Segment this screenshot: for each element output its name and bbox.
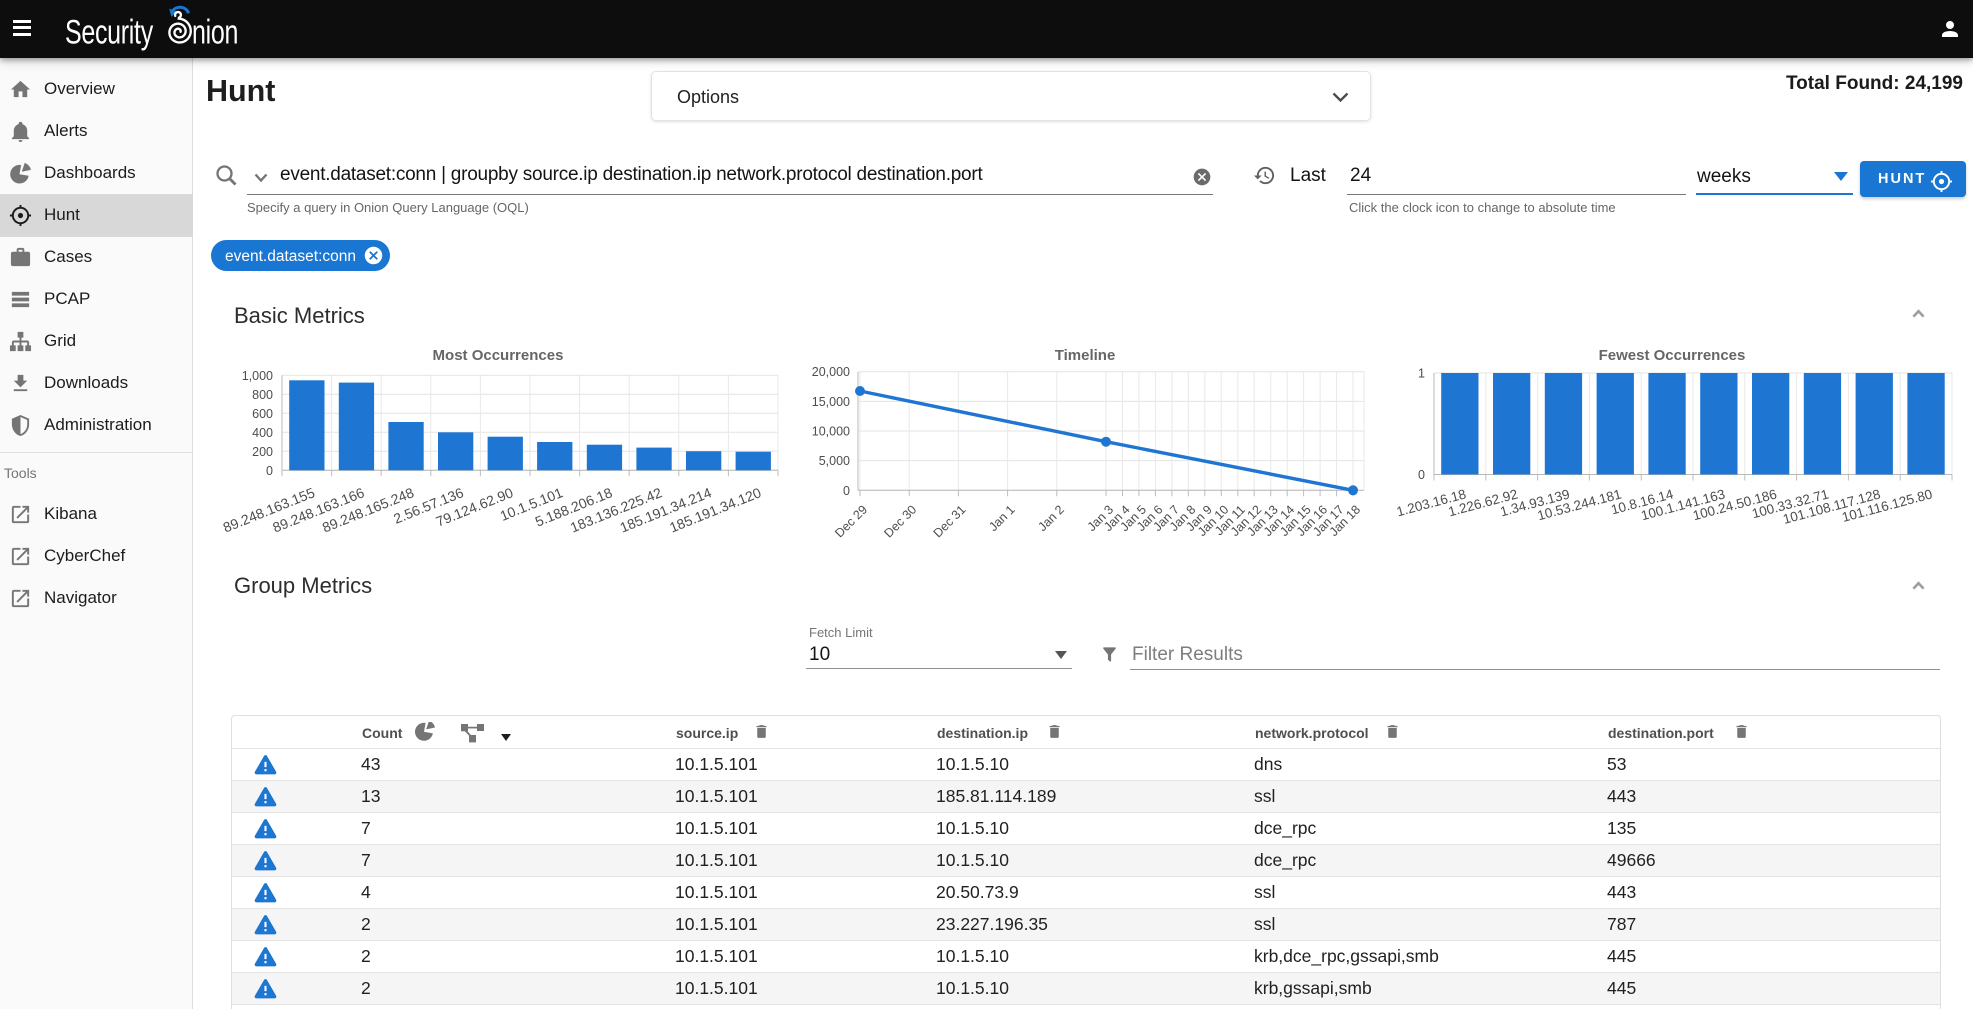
svg-text:0: 0: [843, 484, 850, 498]
svg-text:20,000: 20,000: [812, 365, 850, 379]
svg-text:0: 0: [1418, 468, 1425, 482]
svg-text:800: 800: [252, 388, 273, 402]
svg-text:Dec 30: Dec 30: [881, 502, 919, 540]
svg-text:600: 600: [252, 407, 273, 421]
svg-text:1: 1: [1418, 367, 1425, 381]
svg-text:Dec 31: Dec 31: [931, 502, 969, 540]
svg-text:Dec 29: Dec 29: [832, 502, 870, 540]
svg-text:Fewest Occurrences: Fewest Occurrences: [1599, 347, 1746, 364]
svg-text:0: 0: [266, 464, 273, 478]
svg-text:Timeline: Timeline: [1055, 347, 1116, 364]
svg-text:200: 200: [252, 445, 273, 459]
svg-text:5,000: 5,000: [819, 454, 850, 468]
svg-text:1,000: 1,000: [242, 369, 273, 383]
svg-text:10,000: 10,000: [812, 425, 850, 439]
svg-text:15,000: 15,000: [812, 395, 850, 409]
svg-text:Most Occurrences: Most Occurrences: [433, 347, 564, 364]
svg-text:Jan 1: Jan 1: [986, 502, 1018, 534]
svg-text:Jan 2: Jan 2: [1035, 502, 1067, 534]
svg-text:400: 400: [252, 426, 273, 440]
